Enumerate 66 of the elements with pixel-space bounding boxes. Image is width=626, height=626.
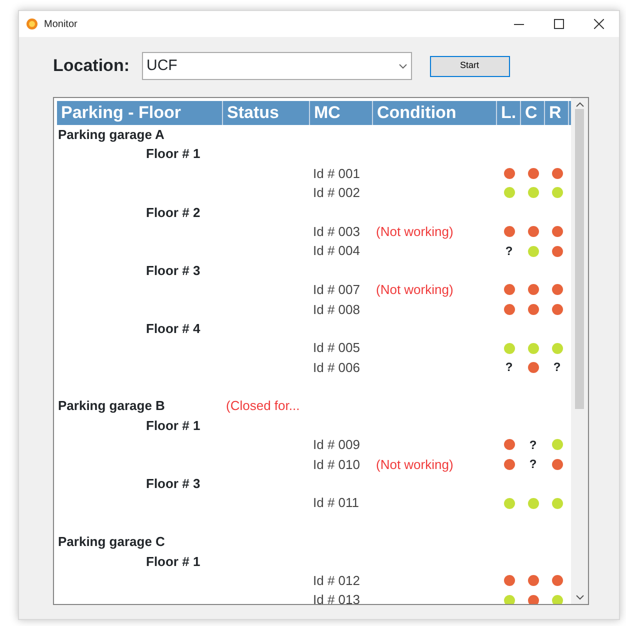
device-id: Id # 006 — [312, 358, 361, 377]
maximize-icon — [554, 19, 564, 29]
floor-row[interactable]: Floor # 2 — [57, 202, 571, 222]
floor-row[interactable]: Floor # 1 — [57, 144, 571, 164]
unknown-status: ? — [529, 438, 537, 452]
garage-name: Parking garage B — [57, 397, 166, 416]
location-label: Location: — [53, 55, 130, 78]
device-row[interactable]: Id # 009 ? — [57, 435, 571, 455]
close-icon — [594, 19, 604, 29]
dropdown-caret-icon — [398, 64, 406, 68]
location-value: UCF — [146, 56, 178, 76]
floor-row[interactable]: Floor # 1 — [57, 416, 571, 436]
floor-row[interactable]: Floor # 3 — [57, 474, 571, 494]
device-id: Id # 010 — [312, 456, 361, 474]
device-row[interactable]: Id # 004 ? — [57, 241, 571, 261]
scroll-down-icon[interactable] — [576, 595, 584, 600]
device-id: Id # 007 — [312, 281, 361, 300]
location-dropdown[interactable]: UCF — [142, 52, 412, 80]
device-row[interactable]: Id # 006 ? ? — [57, 358, 571, 378]
vertical-scrollbar[interactable] — [571, 98, 588, 604]
garage-row[interactable]: Parking garage C — [57, 532, 571, 552]
garage-row[interactable]: Parking garage B (Closed for... — [57, 396, 571, 416]
scroll-up-icon[interactable] — [576, 102, 584, 107]
device-row[interactable]: Id # 008 — [57, 300, 571, 319]
device-row[interactable]: Id # 011 — [57, 493, 571, 513]
floor-row[interactable]: Floor # 1 — [57, 552, 571, 571]
device-row[interactable]: Id # 002 — [57, 183, 571, 203]
condition-text: (Not working) — [375, 456, 454, 474]
device-id: Id # 004 — [312, 242, 361, 260]
device-id: Id # 003 — [312, 222, 361, 241]
floor-name: Floor # 1 — [145, 552, 202, 571]
unknown-status: ? — [505, 360, 513, 374]
unknown-status: ? — [553, 360, 561, 374]
floor-row[interactable]: Floor # 3 — [57, 260, 571, 280]
unknown-status: ? — [505, 244, 513, 258]
device-id: Id # 005 — [312, 339, 361, 358]
device-row[interactable]: Id # 001 — [57, 164, 571, 184]
condition-text: (Not working) — [375, 281, 454, 300]
device-id: Id # 002 — [312, 184, 361, 202]
app-icon — [26, 18, 38, 30]
unknown-status: ? — [529, 457, 537, 472]
device-id: Id # 011 — [312, 494, 360, 512]
scrollbar-thumb[interactable] — [575, 109, 584, 409]
floor-name: Floor # 1 — [145, 416, 202, 435]
device-id: Id # 009 — [312, 436, 361, 454]
window-title: Monitor — [44, 18, 78, 32]
floor-name: Floor # 2 — [145, 204, 202, 222]
device-row[interactable]: Id # 007 (Not working) — [57, 280, 571, 300]
device-row[interactable]: Id # 012 — [57, 570, 571, 590]
garage-name: Parking garage C — [57, 533, 166, 552]
floor-name: Floor # 3 — [145, 475, 202, 494]
device-row[interactable]: Id # 010 (Not working) ? — [57, 454, 571, 474]
device-row[interactable]: Id # 003 (Not working) — [57, 222, 571, 242]
floor-row[interactable]: Floor # 4 — [57, 318, 571, 338]
status-text: (Closed for... — [225, 397, 301, 416]
floor-name: Floor # 4 — [145, 320, 202, 338]
floor-name: Floor # 3 — [145, 262, 202, 280]
floor-name: Floor # 1 — [145, 145, 202, 164]
device-id: Id # 012 — [312, 572, 361, 590]
device-id: Id # 008 — [312, 300, 361, 319]
condition-text: (Not working) — [375, 222, 454, 241]
start-button[interactable]: Start — [430, 56, 510, 76]
garage-name: Parking garage A — [57, 126, 166, 144]
device-row[interactable]: Id # 005 — [57, 338, 571, 358]
garage-row[interactable]: Parking garage A — [57, 125, 571, 144]
device-id: Id # 001 — [312, 164, 361, 183]
